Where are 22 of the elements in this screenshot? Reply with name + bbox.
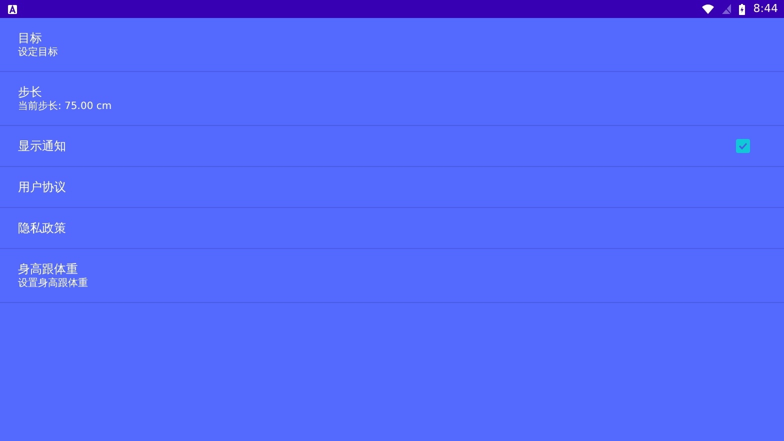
setting-title: 用户协议 — [18, 179, 66, 195]
setting-title: 隐私政策 — [18, 220, 66, 236]
setting-summary: 设定目标 — [18, 46, 58, 60]
no-signal-icon — [722, 4, 732, 14]
setting-title: 步长 — [18, 84, 43, 100]
clock-time: 8:44 — [753, 0, 778, 17]
setting-title: 目标 — [18, 30, 43, 46]
setting-title: 身高跟体重 — [18, 260, 79, 276]
settings-row[interactable]: 身高跟体重 设置身高跟体重 — [0, 249, 784, 303]
check-icon — [738, 141, 748, 151]
settings-row[interactable]: 步长 当前步长: 75.00 cm — [0, 72, 784, 126]
setting-title: 显示通知 — [18, 138, 66, 154]
setting-summary: 设置身高跟体重 — [18, 276, 88, 290]
wifi-icon — [702, 4, 714, 14]
notification-icon — [8, 4, 17, 14]
settings-row[interactable]: 用户协议 — [0, 167, 784, 208]
settings-row[interactable]: 隐私政策 — [0, 208, 784, 249]
setting-summary: 当前步长: 75.00 cm — [18, 100, 112, 114]
settings-row[interactable]: 显示通知 — [0, 126, 784, 167]
settings-row[interactable]: 目标 设定目标 — [0, 18, 784, 72]
checkbox[interactable] — [736, 139, 750, 153]
battery-charging-icon — [739, 4, 746, 14]
